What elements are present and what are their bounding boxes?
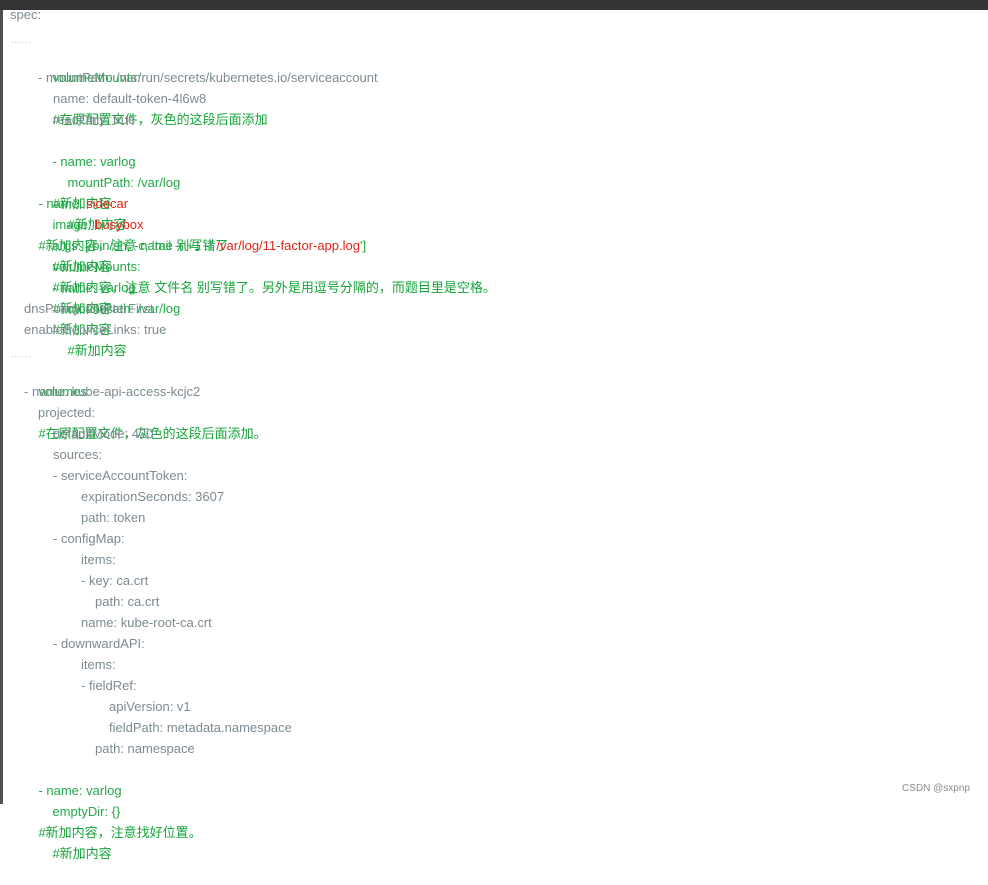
volumes-line: volumes: #在原配置文件，灰色的这段后面添加。 (24, 360, 266, 441)
path-ca-line: path: ca.crt (95, 594, 160, 609)
path-token-line: path: token (81, 510, 146, 525)
mount-path-sa-line: - mountPath: /var/run/secrets/kubernetes… (38, 70, 378, 85)
service-account-token-line: - serviceAccountToken: (53, 468, 188, 483)
spec-line: spec: (10, 7, 42, 22)
mount-path-varlog-line-2: mountPath: /var/log #新加内容 (53, 277, 180, 358)
items-line-2: items: (81, 657, 116, 672)
ellipsis-dots-2: ...... (11, 349, 33, 359)
kube-api-access-line: - name: kube-api-access-kcjc2 (24, 384, 201, 399)
yaml-document: spec: ...... volumeMounts: #在原配置文件，灰色的这段… (0, 0, 988, 861)
expiration-seconds-line: expirationSeconds: 3607 (81, 489, 225, 504)
name-root-ca-line: name: kube-root-ca.crt (81, 615, 212, 630)
mount-path-comment-2: #新加内容 (67, 343, 127, 358)
empty-dir-line: emptyDir: {} #新加内容 (38, 780, 120, 861)
field-path-line: fieldPath: metadata.namespace (109, 720, 292, 735)
enable-service-links-line: enableServiceLinks: true (24, 322, 167, 337)
sidecar-name-line: - name: sidecar #新加内容，注意 name 别写错了 (24, 172, 228, 253)
empty-dir-comment: #新加内容 (52, 846, 112, 861)
image-line: image: busybox #新加内容 (38, 193, 143, 274)
config-map-line: - configMap: (53, 531, 125, 546)
args-value: /var/log/11-factor-app.log (216, 238, 360, 253)
varlog-mount-line-1: - name: varlog #新加内容 (38, 130, 135, 211)
api-version-line: apiVersion: v1 (109, 699, 191, 714)
varlog-volume-line: - name: varlog #新加内容，注意找好位置。 (24, 759, 201, 840)
default-mode-line: defaultMode: 420 (53, 426, 154, 441)
sources-line: sources: (53, 447, 103, 462)
varlog-mount-line-2: - name: varlog #新加内容 (38, 256, 135, 337)
args-suffix: '] (359, 238, 367, 253)
dns-policy-line: dnsPolicy: ClusterFirst (24, 301, 154, 316)
downward-api-line: - downwardAPI: (53, 636, 145, 651)
args-line: args: [/bin/sh, -c, 'tail -n+1 -f /var/l… (38, 214, 495, 295)
volume-mounts-sidecar-line: volumeMounts: #新加内容 (38, 235, 140, 316)
mount-path-varlog-line-1: mountPath: /var/log #新加内容 (53, 151, 180, 232)
projected-line: projected: (38, 405, 96, 420)
ellipsis-dots: ...... (11, 35, 33, 45)
csdn-watermark: CSDN @sxpnp (902, 783, 970, 794)
items-line-1: items: (81, 552, 116, 567)
empty-dir-key: emptyDir: {} (52, 804, 121, 819)
read-only-line: readOnly: true (53, 112, 136, 127)
key-ca-line: - key: ca.crt (81, 573, 149, 588)
path-namespace-line: path: namespace (95, 741, 195, 756)
name-default-token-line: name: default-token-4l6w8 (53, 91, 207, 106)
field-ref-line: - fieldRef: (81, 678, 137, 693)
volume-mounts-line: volumeMounts: #在原配置文件，灰色的这段后面添加 (38, 46, 267, 127)
